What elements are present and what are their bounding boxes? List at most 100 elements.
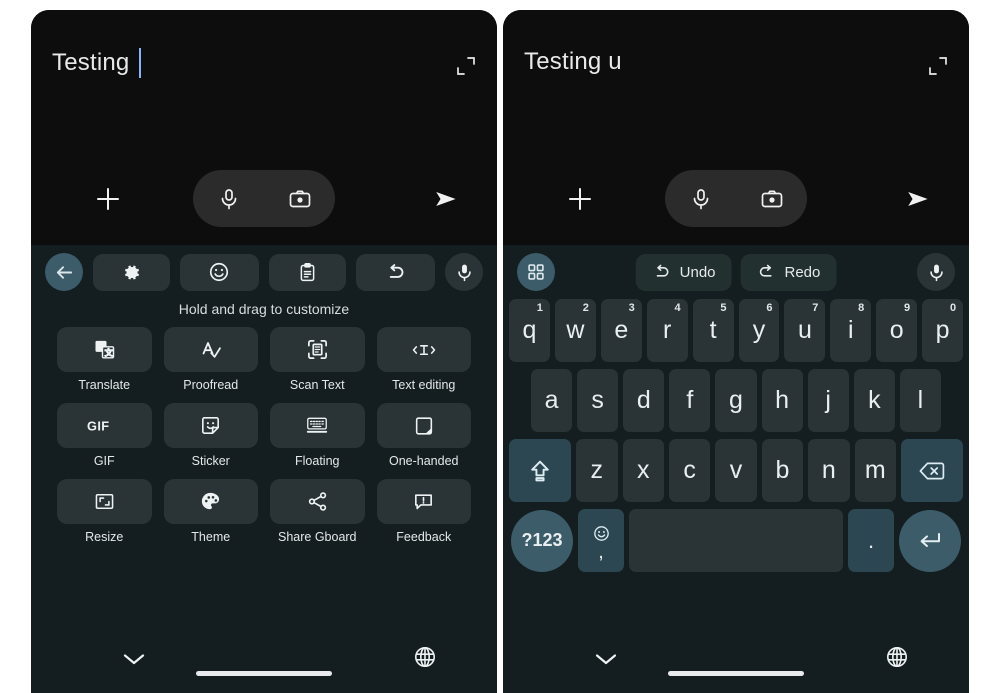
tile-translate[interactable]: G 文 Translate: [57, 327, 152, 392]
send-button[interactable]: [897, 177, 941, 221]
key-hint: 9: [904, 302, 911, 314]
tile-label: Proofread: [183, 378, 239, 392]
toolbar-item-emoji[interactable]: [180, 253, 259, 291]
tile-icon-box: [270, 327, 365, 372]
tile-floating[interactable]: Floating: [270, 403, 365, 468]
shift-key[interactable]: [509, 439, 572, 502]
tile-proofread[interactable]: Proofread: [163, 327, 258, 392]
back-arrow-icon[interactable]: [45, 253, 83, 291]
keyboard-rows: 1 q 2 w 3 e 4 r 5 t 6 y 7 u 8 i 9 o 0 p …: [503, 299, 969, 579]
symbols-key[interactable]: ?123: [511, 509, 573, 572]
clipboard-icon: [297, 262, 318, 283]
compose-text-right[interactable]: Testing u: [524, 48, 622, 76]
gboard-panel-left: Hold and drag to customize G 文 Translate…: [31, 245, 497, 693]
tile-share-gboard[interactable]: Share Gboard: [270, 479, 365, 544]
gear-icon: [121, 262, 142, 283]
palette-icon: [199, 490, 222, 513]
key-a[interactable]: a: [531, 369, 573, 432]
key-r[interactable]: 4 r: [646, 299, 688, 362]
globe-icon[interactable]: [885, 645, 909, 669]
key-x[interactable]: x: [622, 439, 664, 502]
tile-resize[interactable]: Resize: [57, 479, 152, 544]
backspace-key[interactable]: [900, 439, 964, 502]
key-q[interactable]: 1 q: [509, 299, 550, 362]
tile-label: One-handed: [388, 454, 459, 468]
home-indicator[interactable]: [668, 671, 804, 676]
tile-icon-box: [376, 327, 471, 372]
scan-text-icon: [306, 338, 329, 361]
microphone-icon[interactable]: [689, 187, 713, 211]
key-e[interactable]: 3 e: [600, 299, 642, 362]
send-button[interactable]: [425, 177, 469, 221]
phone-screen-right: Testing u Undo Redo 1 q 2 w 3 e 4 r 5 t …: [503, 10, 969, 693]
app-grid-icon[interactable]: [517, 253, 555, 291]
key-l[interactable]: l: [899, 369, 941, 432]
compose-actions-right: [503, 165, 969, 243]
redo-button[interactable]: Redo: [740, 253, 837, 291]
tile-label: GIF: [93, 454, 115, 468]
key-u[interactable]: 7 u: [784, 299, 826, 362]
key-i[interactable]: 8 i: [830, 299, 872, 362]
globe-icon[interactable]: [413, 645, 437, 669]
keyboard-row-4: ?123 , .: [507, 509, 965, 572]
expand-icon[interactable]: [457, 57, 475, 75]
add-attachment-button[interactable]: [558, 177, 602, 221]
tile-icon-box: G 文: [57, 327, 152, 372]
tile-theme[interactable]: Theme: [163, 479, 258, 544]
tile-icon-box: [376, 403, 471, 448]
key-s[interactable]: s: [577, 369, 619, 432]
feature-grid: G 文 Translate Proofread Scan Text Text e…: [31, 327, 497, 544]
tile-scan-text[interactable]: Scan Text: [270, 327, 365, 392]
key-h[interactable]: h: [761, 369, 803, 432]
undo-button[interactable]: Undo: [635, 253, 732, 291]
tile-feedback[interactable]: Feedback: [376, 479, 471, 544]
key-b[interactable]: b: [761, 439, 804, 502]
camera-icon[interactable]: [760, 187, 784, 211]
compose-text-left[interactable]: Testing: [52, 48, 142, 78]
customize-hint: Hold and drag to customize: [178, 301, 350, 317]
undo-redo-group: Undo Redo: [635, 253, 837, 291]
compose-actions-left: [31, 165, 497, 243]
chevron-down-icon[interactable]: [121, 651, 147, 667]
enter-key[interactable]: [899, 509, 961, 572]
toolbar-item-voice[interactable]: [917, 253, 955, 291]
toolbar-item-voice[interactable]: [445, 253, 483, 291]
key-w[interactable]: 2 w: [554, 299, 596, 362]
toolbar-item-clipboard[interactable]: [268, 253, 346, 291]
key-o[interactable]: 9 o: [876, 299, 918, 362]
tile-sticker[interactable]: Sticker: [163, 403, 258, 468]
tile-text-editing[interactable]: Text editing: [376, 327, 471, 392]
key-f[interactable]: f: [669, 369, 711, 432]
key-n[interactable]: n: [808, 439, 850, 502]
key-z[interactable]: z: [576, 439, 618, 502]
comma-emoji-key[interactable]: ,: [578, 509, 624, 572]
camera-icon[interactable]: [288, 187, 312, 211]
key-hint: 6: [766, 302, 773, 314]
key-j[interactable]: j: [807, 369, 849, 432]
space-key[interactable]: [629, 509, 843, 572]
tile-one-handed[interactable]: One-handed: [376, 403, 471, 468]
home-indicator[interactable]: [196, 671, 332, 676]
screenshot-stage: Testing Hold and drag to customize G 文 T…: [0, 0, 1000, 693]
resize-icon: [93, 490, 116, 513]
toolbar-item-undo[interactable]: [355, 253, 435, 291]
period-key[interactable]: .: [848, 509, 894, 572]
key-m[interactable]: m: [854, 439, 896, 502]
key-v[interactable]: v: [715, 439, 757, 502]
key-c[interactable]: c: [668, 439, 711, 502]
toolbar-item-settings[interactable]: [93, 253, 171, 291]
tile-gif[interactable]: GIF GIF: [57, 403, 152, 468]
key-p[interactable]: 0 p: [922, 299, 964, 362]
key-g[interactable]: g: [715, 369, 757, 432]
tile-label: Translate: [78, 378, 131, 392]
key-hint: 0: [949, 302, 957, 314]
expand-icon[interactable]: [929, 57, 947, 75]
key-y[interactable]: 6 y: [738, 299, 780, 362]
key-k[interactable]: k: [853, 369, 895, 432]
key-t[interactable]: 5 t: [692, 299, 734, 362]
chevron-down-icon[interactable]: [593, 651, 619, 667]
system-navbar-right: [503, 631, 969, 693]
key-d[interactable]: d: [623, 369, 665, 432]
add-attachment-button[interactable]: [86, 177, 130, 221]
microphone-icon[interactable]: [217, 187, 241, 211]
